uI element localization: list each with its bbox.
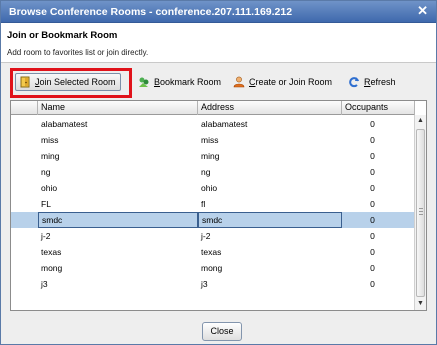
bookmark-room-button[interactable]: Bookmark Room	[138, 73, 221, 91]
bookmark-icon	[139, 77, 149, 87]
room-name-cell: j3	[41, 279, 48, 289]
room-name-cell: texas	[41, 247, 62, 257]
table-row[interactable]: alabamatest alabamatest 0	[11, 116, 415, 132]
room-occupants-cell: 0	[370, 183, 375, 193]
room-name-cell: miss	[41, 135, 59, 145]
header-subtitle: Add room to favorites list or join direc…	[7, 48, 149, 57]
browse-rooms-dialog: Browse Conference Rooms - conference.207…	[0, 0, 437, 345]
vertical-scrollbar[interactable]: ▲ ▼	[414, 115, 426, 310]
room-occupants-cell: 0	[370, 135, 375, 145]
grip-line	[419, 214, 423, 215]
scroll-up-arrow-icon[interactable]: ▲	[415, 115, 426, 127]
user-add-icon	[233, 76, 245, 88]
room-occupants-cell: 0	[370, 199, 375, 209]
refresh-button[interactable]: Refresh	[348, 73, 396, 91]
bookmark-room-label: Bookmark Room	[154, 77, 222, 87]
scroll-thumb[interactable]	[416, 129, 425, 297]
create-or-join-room-button[interactable]: Create or Join Room	[233, 73, 332, 91]
header-spacer	[11, 101, 38, 115]
room-name-cell: FL	[41, 199, 51, 209]
close-icon[interactable]: ✕	[417, 4, 428, 18]
grip-line	[419, 211, 423, 212]
column-header-occupants[interactable]: Occupants	[342, 101, 415, 115]
table-row[interactable]: j-2 j-2 0	[11, 228, 415, 244]
room-address-cell: alabamatest	[201, 119, 248, 129]
window-title: Browse Conference Rooms - conference.207…	[9, 6, 293, 18]
create-or-join-room-label: Create or Join Room	[249, 77, 333, 87]
header-panel: Join or Bookmark Room Add room to favori…	[1, 23, 436, 63]
room-address-cell: j3	[201, 279, 208, 289]
room-occupants-cell: 0	[370, 167, 375, 177]
table-row[interactable]: texas texas 0	[11, 244, 415, 260]
table-header: Name Address Occupants	[11, 101, 415, 115]
room-address-cell: j-2	[201, 231, 211, 241]
refresh-label: Refresh	[364, 77, 396, 87]
table-row[interactable]: smdc smdc 0	[11, 212, 415, 228]
room-occupants-cell: 0	[370, 119, 375, 129]
scroll-down-arrow-icon[interactable]: ▼	[415, 298, 426, 310]
grip-line	[419, 208, 423, 209]
rooms-table[interactable]: Name Address Occupants alabamatest alabam…	[10, 100, 427, 311]
column-header-name[interactable]: Name	[38, 101, 198, 115]
room-name-cell: alabamatest	[41, 119, 88, 129]
room-occupants-cell: 0	[370, 247, 375, 257]
room-name-cell: ming	[41, 151, 60, 161]
room-address-cell: ng	[201, 167, 211, 177]
table-row[interactable]: ng ng 0	[11, 164, 415, 180]
room-name-cell: ng	[41, 167, 51, 177]
room-occupants-cell: 0	[370, 231, 375, 241]
room-occupants-cell: 0	[370, 263, 375, 273]
room-occupants-cell: 0	[370, 215, 375, 225]
room-address-cell: miss	[201, 135, 219, 145]
title-bar[interactable]: Browse Conference Rooms - conference.207…	[1, 1, 436, 23]
room-occupants-cell: 0	[370, 151, 375, 161]
room-address-cell: texas	[201, 247, 222, 257]
room-name-cell: j-2	[41, 231, 51, 241]
table-row[interactable]: FL fl 0	[11, 196, 415, 212]
refresh-icon	[349, 77, 359, 88]
room-name-cell: mong	[41, 263, 63, 273]
table-row[interactable]: j3 j3 0	[11, 276, 415, 292]
header-title: Join or Bookmark Room	[7, 30, 118, 41]
room-name-cell: smdc	[38, 212, 198, 228]
table-row[interactable]: ohio ohio 0	[11, 180, 415, 196]
join-selected-room-label: Join Selected Room	[35, 77, 116, 87]
close-button[interactable]: Close	[202, 322, 242, 341]
table-row[interactable]: ming ming 0	[11, 148, 415, 164]
table-row[interactable]: miss miss 0	[11, 132, 415, 148]
join-selected-room-button[interactable]: Join Selected Room	[15, 73, 121, 91]
toolbar: Join Selected Room Bookmark Room Create …	[1, 64, 436, 98]
door-icon	[20, 76, 30, 88]
column-header-address[interactable]: Address	[198, 101, 342, 115]
room-occupants-cell: 0	[370, 279, 375, 289]
room-address-cell: fl	[201, 199, 206, 209]
room-address-cell: smdc	[198, 212, 342, 228]
room-address-cell: mong	[201, 263, 223, 273]
room-address-cell: ohio	[201, 183, 218, 193]
table-row[interactable]: mong mong 0	[11, 260, 415, 276]
room-name-cell: ohio	[41, 183, 58, 193]
room-address-cell: ming	[201, 151, 220, 161]
